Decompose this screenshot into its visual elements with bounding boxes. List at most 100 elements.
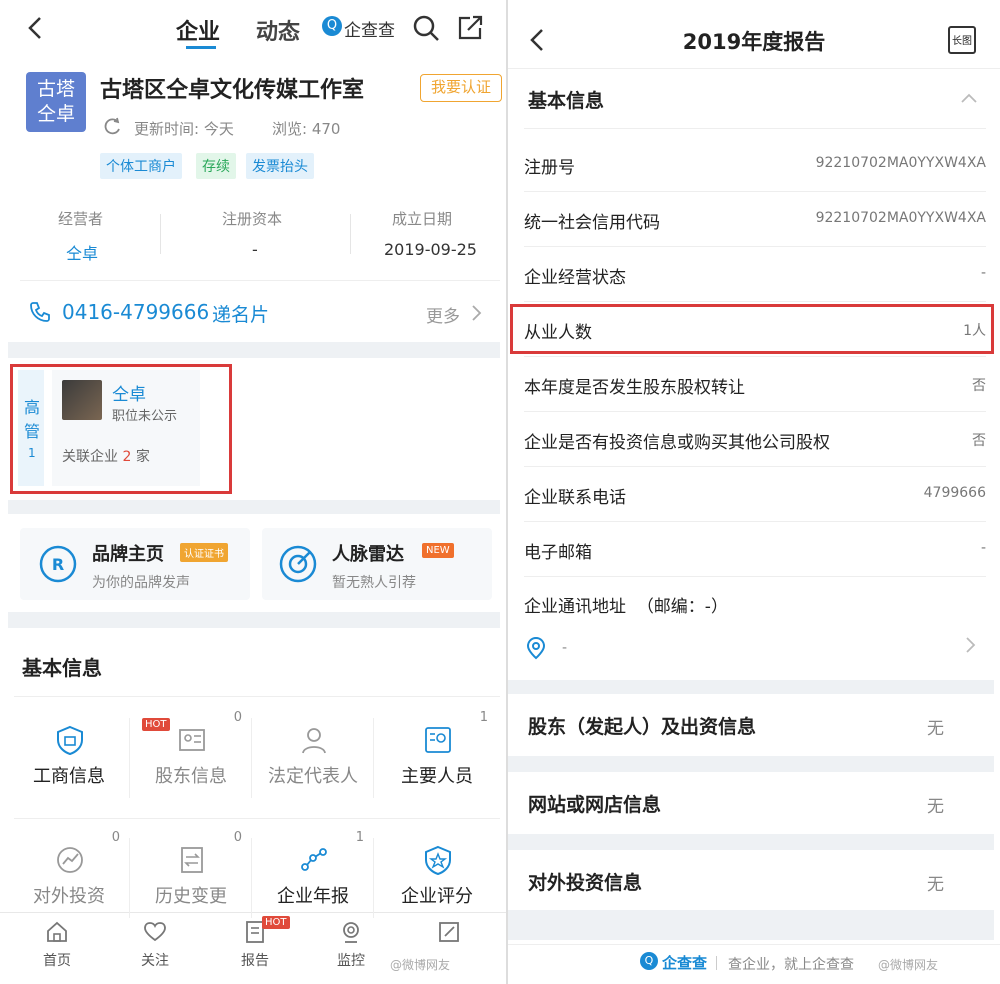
info-row: 统一社会信用代码 92210702MA0YYXW4XA bbox=[524, 193, 986, 247]
grid-item-count: 1 bbox=[479, 710, 488, 725]
grid-item-6[interactable]: 历史变更 0 bbox=[130, 830, 252, 926]
left-panel: 企业 动态 Q 企查查 古塔 仝卓 古塔区仝卓文化传媒工作室 我要认证 更新时间… bbox=[0, 0, 506, 984]
chevron-right-icon bbox=[472, 305, 482, 321]
tab-item[interactable]: 报告 HOT bbox=[210, 916, 300, 970]
info-row-label: 企业联系电话 bbox=[524, 488, 626, 508]
certify-button[interactable]: 我要认证 bbox=[420, 74, 502, 102]
send-card-link[interactable]: 递名片 bbox=[212, 300, 269, 327]
hot-badge: HOT bbox=[142, 718, 170, 731]
divider bbox=[524, 128, 986, 129]
divider bbox=[350, 214, 351, 254]
info-row-value: 92210702MA0YYXW4XA bbox=[815, 155, 986, 171]
more-link[interactable]: 更多 bbox=[426, 302, 460, 327]
phone-icon[interactable] bbox=[28, 300, 52, 324]
chevron-up-icon[interactable] bbox=[960, 92, 978, 104]
info-row: 企业经营状态 - bbox=[524, 248, 986, 302]
grid-item-2[interactable]: 股东信息 0 HOT bbox=[130, 710, 252, 806]
section-gap bbox=[508, 910, 994, 940]
long-image-button[interactable]: 长图 bbox=[948, 26, 976, 54]
section-title: 股东（发起人）及出资信息 bbox=[528, 716, 757, 738]
address-label-text: 企业通讯地址 bbox=[524, 597, 626, 617]
highlight-box bbox=[10, 364, 232, 494]
tab-item[interactable]: 监控 bbox=[306, 920, 396, 970]
grid-item-label: 主要人员 bbox=[401, 766, 473, 787]
date-label: 成立日期 bbox=[392, 210, 453, 228]
tab-dynamic[interactable]: 动态 bbox=[256, 14, 300, 46]
grid-item-count: 0 bbox=[233, 830, 242, 845]
address-value: - bbox=[562, 640, 568, 656]
info-row: 本年度是否发生股东股权转让 否 bbox=[524, 358, 986, 412]
grid-item-4[interactable]: 主要人员 1 bbox=[376, 710, 498, 806]
info-row-value: 否 bbox=[972, 433, 986, 449]
info-row-label: 注册号 bbox=[524, 158, 575, 178]
grid-item-count: 0 bbox=[233, 710, 242, 725]
grid-item-5[interactable]: 对外投资 0 bbox=[8, 830, 130, 926]
grid-item-7[interactable]: 企业年报 1 bbox=[252, 830, 374, 926]
info-row-label: 从业人数 bbox=[524, 323, 592, 343]
chevron-right-icon[interactable] bbox=[964, 636, 976, 654]
address-label: 企业通讯地址 （邮编：-） bbox=[524, 592, 728, 617]
hot-badge: HOT bbox=[262, 916, 290, 929]
tab-item-label: 关注 bbox=[141, 953, 169, 969]
person-icon bbox=[302, 728, 326, 754]
new-badge: NEW bbox=[422, 543, 454, 558]
postcode: （邮编：-） bbox=[636, 597, 728, 617]
divider bbox=[14, 818, 500, 819]
section-website[interactable]: 网站或网店信息 无 bbox=[508, 772, 1000, 832]
info-row-value: - bbox=[980, 265, 986, 281]
info-row: 注册号 92210702MA0YYXW4XA bbox=[524, 138, 986, 192]
trend-icon bbox=[57, 847, 83, 873]
info-row-value: 4799666 bbox=[923, 485, 986, 501]
info-row-label: 企业是否有投资信息或购买其他公司股权 bbox=[524, 433, 830, 453]
grid-item-8[interactable]: 企业评分 bbox=[376, 830, 498, 926]
back-icon[interactable] bbox=[26, 16, 44, 40]
section-title: 对外投资信息 bbox=[528, 872, 643, 894]
grid-item-label: 工商信息 bbox=[33, 766, 105, 787]
tab-item[interactable] bbox=[404, 920, 494, 950]
operator-value[interactable]: 仝卓 bbox=[66, 240, 98, 264]
refresh-icon bbox=[104, 117, 120, 135]
info-row-value: 92210702MA0YYXW4XA bbox=[815, 210, 986, 226]
grid-item-count: 1 bbox=[355, 830, 364, 845]
grid-item-label: 企业评分 bbox=[401, 886, 473, 907]
divider bbox=[373, 838, 374, 918]
section-value: 无 bbox=[927, 797, 944, 817]
divider bbox=[20, 280, 500, 281]
section-investment[interactable]: 对外投资信息 无 bbox=[508, 850, 1000, 910]
section-shareholders[interactable]: 股东（发起人）及出资信息 无 bbox=[508, 694, 1000, 754]
info-row: 电子邮箱 - bbox=[524, 523, 986, 577]
info-row-value: - bbox=[980, 540, 986, 556]
brand-icon: R bbox=[39, 545, 77, 583]
id-card-icon bbox=[179, 729, 205, 751]
tab-item[interactable]: 关注 bbox=[110, 920, 200, 970]
grid-item-label: 法定代表人 bbox=[268, 766, 358, 787]
phone-number[interactable]: 0416-4799666 bbox=[62, 300, 209, 324]
monitor-icon bbox=[343, 922, 359, 943]
footer-slogan: 查企业，就上企查查 bbox=[728, 957, 854, 973]
edit-icon bbox=[439, 922, 459, 942]
watermark: @微博网友 bbox=[878, 958, 939, 972]
info-row-value: 1人 bbox=[963, 323, 986, 339]
tab-item-label: 监控 bbox=[337, 953, 365, 969]
tag-invoice[interactable]: 发票抬头 bbox=[246, 153, 314, 179]
badge-icon bbox=[425, 845, 451, 876]
section-gap bbox=[508, 756, 994, 772]
network-radar-title: 人脉雷达 bbox=[332, 544, 404, 565]
tab-company[interactable]: 企业 bbox=[176, 14, 220, 46]
divider bbox=[14, 696, 500, 697]
svg-text:R: R bbox=[52, 555, 64, 574]
location-pin-icon bbox=[526, 636, 546, 660]
grid-item-3[interactable]: 法定代表人 bbox=[252, 710, 374, 806]
tab-item[interactable]: 首页 bbox=[12, 920, 102, 970]
brand-badge: 认证证书 bbox=[180, 543, 228, 562]
brand-logo-icon: Q bbox=[322, 16, 342, 36]
search-icon[interactable] bbox=[412, 14, 440, 42]
company-logo: 古塔 仝卓 bbox=[26, 72, 86, 132]
grid-item-label: 对外投资 bbox=[33, 886, 105, 907]
grid-item-count: 0 bbox=[111, 830, 120, 845]
share-icon[interactable] bbox=[456, 14, 484, 42]
grid-item-label: 历史变更 bbox=[155, 886, 227, 907]
grid-item-1[interactable]: 工商信息 bbox=[8, 710, 130, 806]
info-row: 企业是否有投资信息或购买其他公司股权 否 bbox=[524, 413, 986, 467]
staff-icon bbox=[425, 727, 451, 753]
